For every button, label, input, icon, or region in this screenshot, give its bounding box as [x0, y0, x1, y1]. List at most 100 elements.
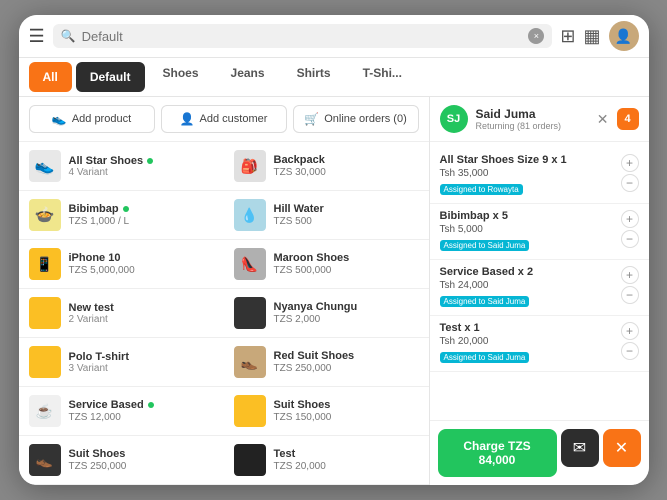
product-backpack[interactable]: 🎒 Backpack TZS 30,000 — [224, 142, 429, 191]
add-product-button[interactable]: 👟 Add product — [29, 105, 155, 133]
product-variant: 4 Variant — [69, 167, 214, 178]
product-price: TZS 150,000 — [274, 412, 419, 423]
qty-decrease-button[interactable]: − — [621, 230, 639, 248]
top-bar-icons: ⊞ ▦ 👤 — [560, 21, 638, 51]
product-name: New test — [69, 302, 214, 314]
product-price: TZS 12,000 — [69, 412, 214, 423]
order-item-bibimbap[interactable]: Bibimbap x 5 Tsh 5,000 Assigned to Said … — [430, 204, 649, 260]
product-thumb: 💧 — [234, 199, 266, 231]
order-item-test[interactable]: Test x 1 Tsh 20,000 Assigned to Said Jum… — [430, 316, 649, 372]
product-thumb: 👠 — [234, 248, 266, 280]
order-item-price: Tsh 35,000 — [440, 168, 615, 179]
product-hillwater[interactable]: 💧 Hill Water TZS 500 — [224, 191, 429, 240]
qty-decrease-button[interactable]: − — [621, 286, 639, 304]
product-allstar[interactable]: 👟 All Star Shoes 4 Variant — [19, 142, 224, 191]
hamburger-icon[interactable]: ☰ — [29, 26, 45, 47]
top-bar: ☰ 🔍 × ⊞ ▦ 👤 — [19, 15, 649, 58]
tab-shirts[interactable]: Shirts — [283, 58, 345, 96]
order-item-info: All Star Shoes Size 9 x 1 Tsh 35,000 Ass… — [440, 154, 615, 197]
qty-increase-button[interactable]: + — [621, 266, 639, 284]
product-info: Polo T-shirt 3 Variant — [69, 351, 214, 374]
product-info: Maroon Shoes TZS 500,000 — [274, 252, 419, 276]
product-thumb: 👞 — [29, 444, 61, 476]
product-nyanyachungu[interactable]: Nyanya Chungu TZS 2,000 — [224, 289, 429, 338]
product-thumb: ☕ — [29, 395, 61, 427]
product-price: TZS 20,000 — [274, 461, 419, 472]
product-polo[interactable]: Polo T-shirt 3 Variant — [19, 338, 224, 387]
qty-decrease-button[interactable]: − — [621, 342, 639, 360]
action-bar: 👟 Add product 👤 Add customer 🛒 Online or… — [19, 97, 429, 142]
customer-header: SJ Said Juma Returning (81 orders) ✕ 4 — [430, 97, 649, 142]
customer-name: Said Juma — [476, 107, 589, 121]
products-grid: 👟 All Star Shoes 4 Variant 🎒 Backpack — [19, 142, 429, 485]
product-name: Test — [274, 448, 419, 460]
product-price: TZS 500 — [274, 216, 419, 227]
product-name: iPhone 10 — [69, 252, 214, 264]
customer-info: Said Juma Returning (81 orders) — [476, 107, 589, 131]
product-name: Hill Water — [274, 203, 419, 215]
avatar[interactable]: 👤 — [609, 21, 639, 51]
product-newtest[interactable]: New test 2 Variant — [19, 289, 224, 338]
search-input[interactable] — [82, 29, 523, 44]
product-info: Test TZS 20,000 — [274, 448, 419, 472]
qty-increase-button[interactable]: + — [621, 154, 639, 172]
tab-all[interactable]: All — [29, 62, 72, 92]
product-name: Suit Shoes — [69, 448, 214, 460]
charge-button[interactable]: Charge TZS 84,000 — [438, 429, 557, 477]
qty-increase-button[interactable]: + — [621, 210, 639, 228]
order-list: All Star Shoes Size 9 x 1 Tsh 35,000 Ass… — [430, 142, 649, 420]
search-clear-button[interactable]: × — [528, 28, 544, 44]
customer-subtitle: Returning (81 orders) — [476, 121, 589, 131]
close-customer-button[interactable]: ✕ — [597, 111, 609, 128]
product-name: Suit Shoes — [274, 399, 419, 411]
cancel-button[interactable]: ✕ — [603, 429, 641, 467]
product-servicebased[interactable]: ☕ Service Based TZS 12,000 — [19, 387, 224, 436]
qty-controls: + − — [621, 266, 639, 304]
email-button[interactable]: ✉ — [561, 429, 599, 467]
order-item-service[interactable]: Service Based x 2 Tsh 24,000 Assigned to… — [430, 260, 649, 316]
category-tabs: All Default Shoes Jeans Shirts T-Shi... — [19, 58, 649, 97]
qty-decrease-button[interactable]: − — [621, 174, 639, 192]
product-maroon[interactable]: 👠 Maroon Shoes TZS 500,000 — [224, 240, 429, 289]
add-customer-label: Add customer — [200, 113, 268, 125]
product-bibimbap[interactable]: 🍲 Bibimbap TZS 1,000 / L — [19, 191, 224, 240]
grid-icon[interactable]: ⊞ — [560, 26, 575, 47]
right-panel: SJ Said Juma Returning (81 orders) ✕ 4 A… — [429, 97, 649, 485]
tab-default[interactable]: Default — [76, 62, 145, 92]
product-info: iPhone 10 TZS 5,000,000 — [69, 252, 214, 276]
product-variant: 2 Variant — [69, 314, 214, 325]
add-product-icon: 👟 — [52, 112, 67, 126]
product-redsuit[interactable]: 👞 Red Suit Shoes TZS 250,000 — [224, 338, 429, 387]
product-name: Red Suit Shoes — [274, 350, 419, 362]
cancel-icon: ✕ — [615, 438, 628, 458]
product-name: Backpack — [274, 154, 419, 166]
product-suit2[interactable]: Suit Shoes TZS 150,000 — [224, 387, 429, 436]
qty-controls: + − — [621, 154, 639, 192]
tab-shoes[interactable]: Shoes — [149, 58, 213, 96]
search-icon: 🔍 — [61, 29, 76, 43]
product-thumb — [234, 444, 266, 476]
product-price: TZS 250,000 — [274, 363, 419, 374]
tab-jeans[interactable]: Jeans — [217, 58, 279, 96]
product-thumb — [29, 297, 61, 329]
qty-increase-button[interactable]: + — [621, 322, 639, 340]
add-customer-button[interactable]: 👤 Add customer — [161, 105, 287, 133]
order-item-name: Service Based x 2 — [440, 266, 615, 278]
product-test2[interactable]: Test TZS 20,000 — [224, 436, 429, 485]
online-orders-button[interactable]: 🛒 Online orders (0) — [293, 105, 419, 133]
product-thumb: 🍲 — [29, 199, 61, 231]
tab-tshirts[interactable]: T-Shi... — [349, 58, 416, 96]
product-info: New test 2 Variant — [69, 302, 214, 325]
product-iphone10[interactable]: 📱 iPhone 10 TZS 5,000,000 — [19, 240, 224, 289]
order-item-name: All Star Shoes Size 9 x 1 — [440, 154, 615, 166]
product-name: Bibimbap — [69, 203, 214, 215]
barcode-icon[interactable]: ▦ — [583, 26, 600, 47]
product-suitshoes[interactable]: 👞 Suit Shoes TZS 250,000 — [19, 436, 224, 485]
product-info: Red Suit Shoes TZS 250,000 — [274, 350, 419, 374]
order-item-info: Bibimbap x 5 Tsh 5,000 Assigned to Said … — [440, 210, 615, 253]
email-icon: ✉ — [573, 438, 586, 458]
assigned-badge: Assigned to Said Juma — [440, 352, 530, 363]
online-orders-label: Online orders (0) — [324, 113, 407, 125]
order-item-allstar[interactable]: All Star Shoes Size 9 x 1 Tsh 35,000 Ass… — [430, 148, 649, 204]
product-price: TZS 2,000 — [274, 314, 419, 325]
